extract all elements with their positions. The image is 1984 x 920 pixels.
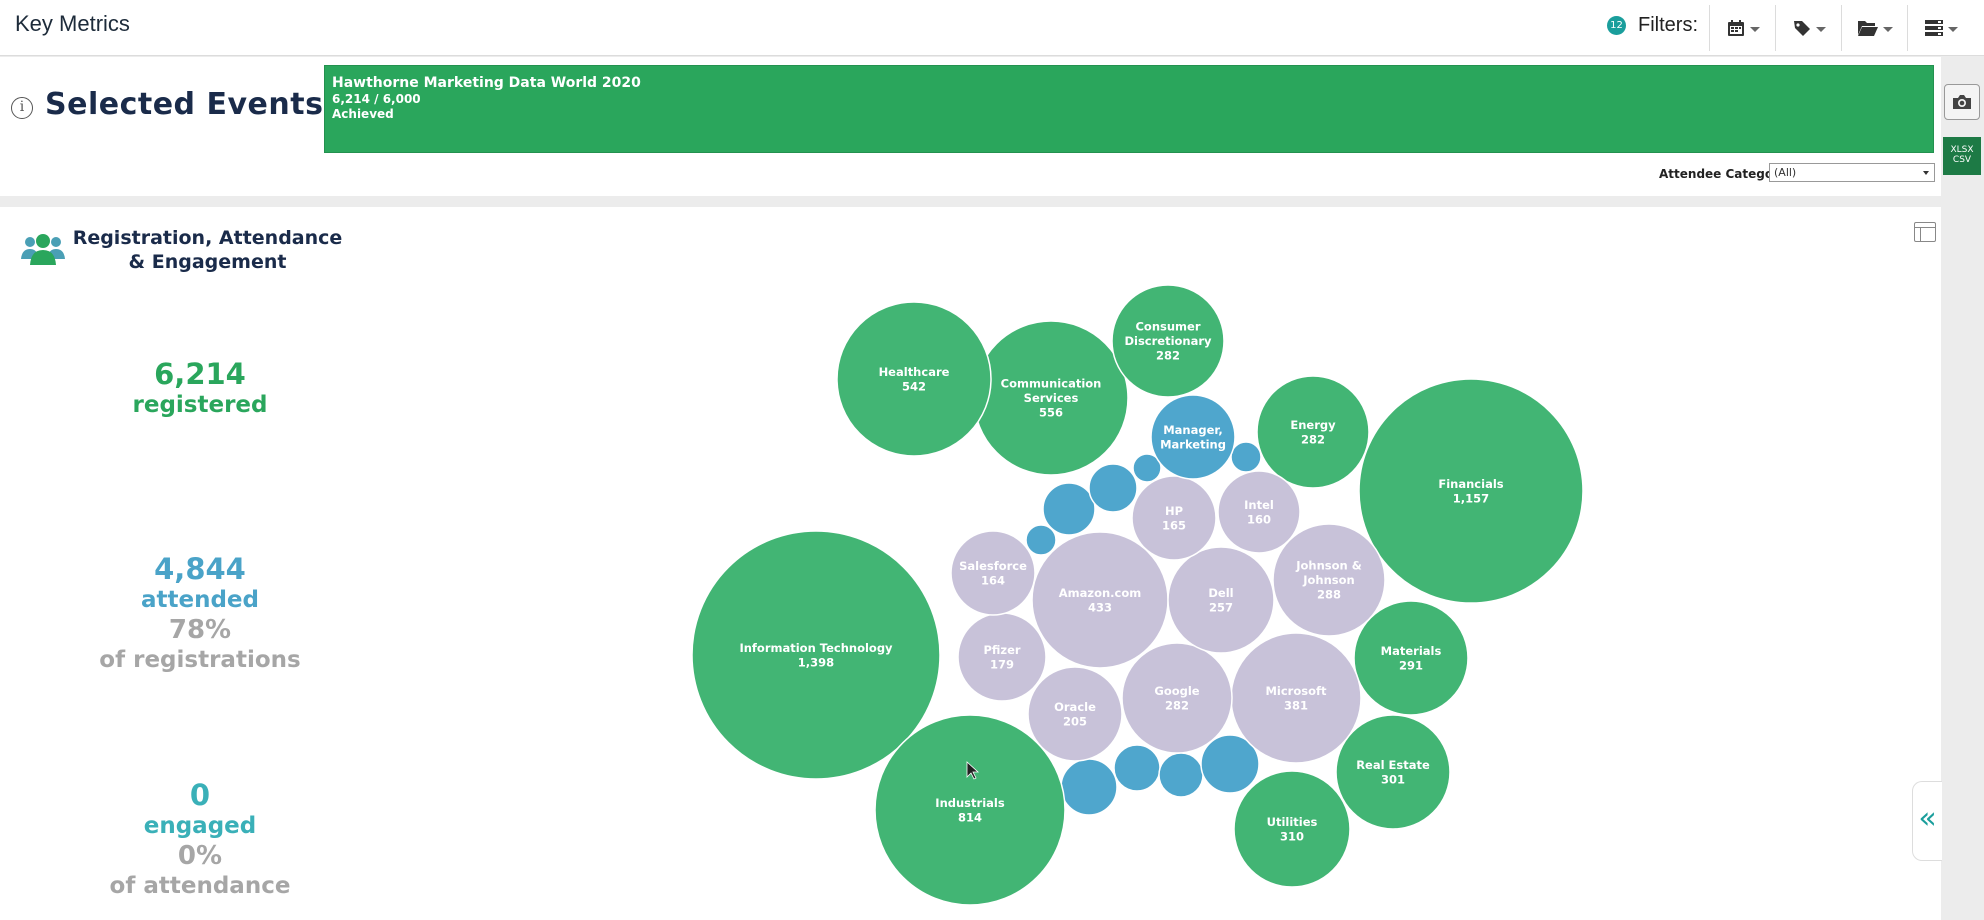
chevron-down-icon [1749, 27, 1760, 32]
chevron-down-icon [1947, 27, 1958, 32]
tag-icon [1793, 21, 1810, 36]
top-bar: Key Metrics 12 Filters: [0, 0, 1984, 56]
export-line-2: CSV [1952, 155, 1972, 165]
server-stack-icon [1924, 20, 1943, 36]
filter-count-badge: 12 [1607, 16, 1626, 35]
chevron-down-icon [1882, 27, 1893, 32]
screenshot-button[interactable] [1944, 84, 1980, 120]
selected-events-title: Selected Events [45, 87, 324, 122]
chevron-down-icon [1923, 171, 1929, 175]
page-title: Key Metrics [15, 11, 130, 36]
bubble-job-title-6[interactable] [1060, 758, 1118, 816]
bubble-chart: Information Technology 1,398Financials 1,1… [691, 284, 1584, 906]
event-name: Hawthorne Marketing Data World 2020 [332, 75, 641, 91]
chevron-down-icon [1815, 27, 1826, 32]
attendee-category-label: Attendee Category [1659, 167, 1787, 181]
attendee-category-select[interactable]: (All) [1769, 163, 1935, 182]
folder-filter-button[interactable] [1841, 5, 1907, 51]
tag-filter-button[interactable] [1775, 5, 1841, 51]
bubble-label-manager-marketing: Manager, Marketing [1160, 423, 1226, 452]
event-progress-text: 6,214 / 6,000 [332, 92, 421, 106]
attendee-category-value: (All) [1774, 166, 1797, 179]
event-progress-bar[interactable]: Hawthorne Marketing Data World 2020 6,21… [324, 65, 1934, 153]
data-source-button[interactable] [1907, 5, 1973, 51]
bubble-job-title-5[interactable] [1230, 441, 1262, 473]
info-icon[interactable]: i [11, 97, 33, 119]
date-filter-button[interactable] [1709, 5, 1775, 51]
selected-events-panel: i Selected Events Hawthorne Marketing Da… [0, 57, 1941, 196]
bubble-label-dell: Dell 257 [1208, 586, 1233, 615]
camera-icon [1953, 95, 1971, 109]
bubble-job-title-4[interactable] [1025, 524, 1057, 556]
folder-open-icon [1857, 21, 1878, 36]
bubble-job-title-1[interactable] [1042, 482, 1096, 536]
bubble-label-hp: HP 165 [1162, 504, 1186, 533]
bubble-job-title-7[interactable] [1113, 744, 1161, 792]
bubble-label-intel: Intel 160 [1244, 498, 1274, 527]
export-line-1: XLSX [1950, 145, 1974, 155]
collapse-panel-tab[interactable]: « [1912, 781, 1942, 861]
event-status: Achieved [332, 107, 394, 121]
calendar-icon [1727, 20, 1744, 36]
filters-label: Filters: [1638, 14, 1698, 36]
registration-panel: Registration, Attendance & Engagement 6,… [0, 207, 1942, 920]
bubble-job-title-2[interactable] [1088, 463, 1138, 513]
bubble-job-title-8[interactable] [1158, 752, 1204, 798]
export-xlsx-csv-button[interactable]: XLSX CSV [1943, 137, 1981, 175]
